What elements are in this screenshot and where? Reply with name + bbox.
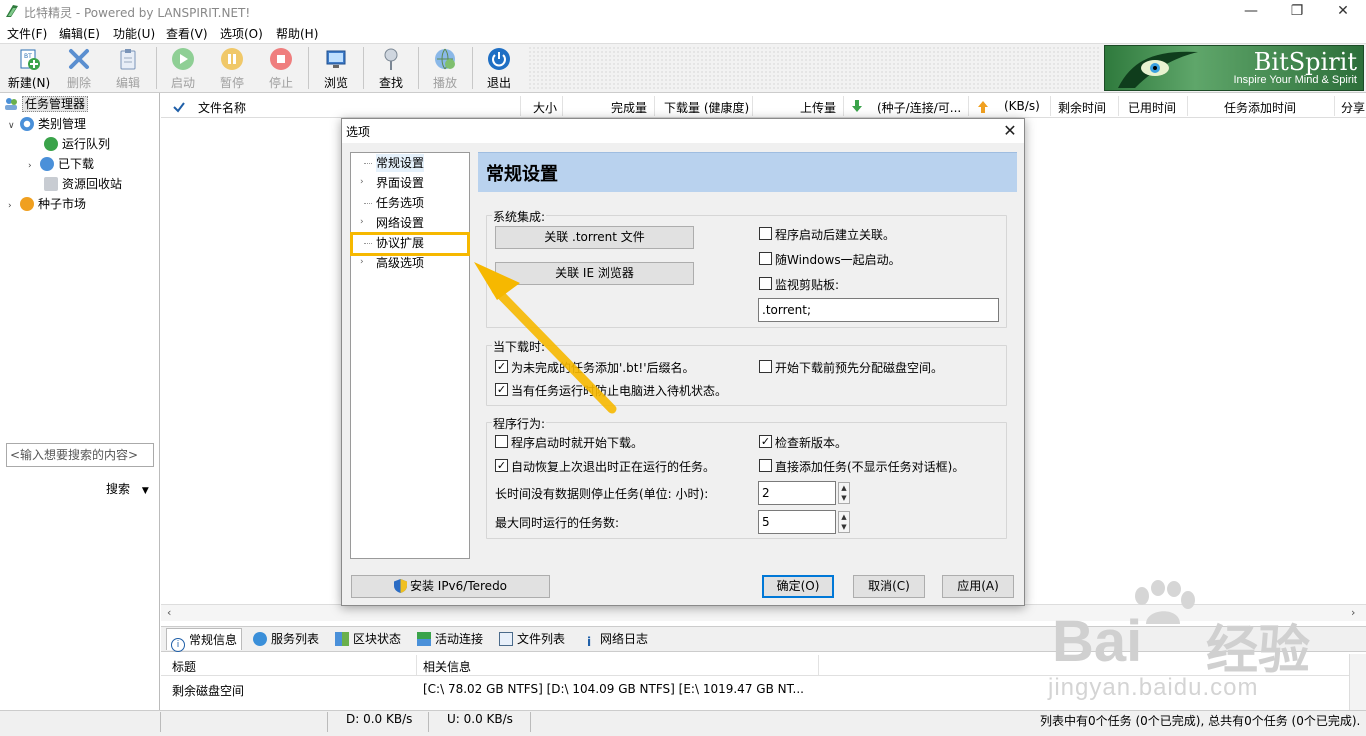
watermark-url: jingyan.baidu.com — [1048, 674, 1259, 701]
watermark-brand-cn: 经验 — [1206, 622, 1311, 680]
baidu-watermark: Bai 经验 jingyan.baidu.com — [1030, 580, 1360, 710]
annotation-arrow-shaft — [491, 285, 617, 414]
annotation-arrow-head — [474, 262, 520, 300]
watermark-brand: Bai — [1052, 609, 1143, 674]
